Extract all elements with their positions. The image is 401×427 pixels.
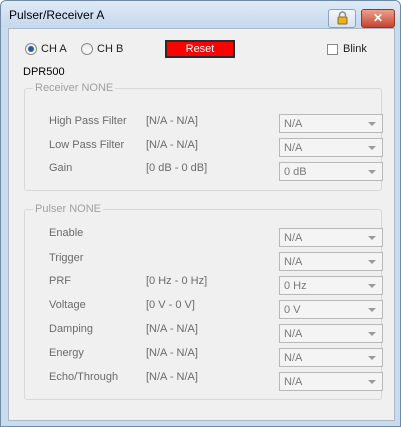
receiver-group: Receiver NONE High Pass Filter [N/A - N/… xyxy=(24,82,383,191)
gain-range: [0 dB - 0 dB] xyxy=(146,162,208,174)
enable-select[interactable]: N/A xyxy=(279,228,383,247)
trigger-select[interactable]: N/A xyxy=(279,252,383,271)
close-button[interactable]: ✕ xyxy=(361,9,395,28)
chevron-down-icon xyxy=(368,260,376,264)
high-pass-filter-value: N/A xyxy=(284,118,303,130)
lock-icon xyxy=(337,11,348,25)
ch-b-radio[interactable] xyxy=(81,43,93,55)
damping-label: Damping xyxy=(49,323,94,335)
chevron-down-icon xyxy=(368,308,376,312)
prf-range: [0 Hz - 0 Hz] xyxy=(146,275,208,287)
chevron-down-icon xyxy=(368,122,376,126)
chevron-down-icon xyxy=(368,236,376,240)
voltage-value: 0 V xyxy=(284,304,301,316)
voltage-range: [0 V - 0 V] xyxy=(146,299,195,311)
echo-through-value: N/A xyxy=(284,376,303,388)
receiver-group-title: Receiver NONE xyxy=(33,82,116,94)
chevron-down-icon xyxy=(368,380,376,384)
chevron-down-icon xyxy=(368,170,376,174)
gain-label: Gain xyxy=(49,162,73,174)
lock-button[interactable] xyxy=(328,9,356,28)
pulser-group-title: Pulser NONE xyxy=(33,203,104,215)
low-pass-filter-label: Low Pass Filter xyxy=(49,139,125,151)
ch-b-label[interactable]: CH B xyxy=(97,43,123,55)
energy-value: N/A xyxy=(284,352,303,364)
damping-value: N/A xyxy=(284,328,303,340)
low-pass-filter-value: N/A xyxy=(284,142,303,154)
title-bar[interactable]: Pulser/Receiver A ✕ xyxy=(1,1,400,28)
low-pass-filter-range: [N/A - N/A] xyxy=(146,139,198,151)
gain-value: 0 dB xyxy=(284,166,307,178)
trigger-value: N/A xyxy=(284,256,303,268)
high-pass-filter-range: [N/A - N/A] xyxy=(146,115,198,127)
prf-value: 0 Hz xyxy=(284,280,307,292)
device-label: DPR500 xyxy=(23,66,65,78)
client-area: CH A CH B Reset Blink DPR500 Receiver NO… xyxy=(8,28,395,421)
prf-select[interactable]: 0 Hz xyxy=(279,276,383,295)
low-pass-filter-select[interactable]: N/A xyxy=(279,138,383,157)
blink-label[interactable]: Blink xyxy=(343,43,367,55)
trigger-label: Trigger xyxy=(49,252,84,264)
voltage-label: Voltage xyxy=(49,299,86,311)
ch-a-radio[interactable] xyxy=(25,43,37,55)
pulser-group: Pulser NONE Enable N/A Trigger N/A PRF [… xyxy=(24,203,383,400)
damping-select[interactable]: N/A xyxy=(279,324,383,343)
enable-value: N/A xyxy=(284,232,303,244)
reset-button[interactable]: Reset xyxy=(165,40,235,58)
echo-through-label: Echo/Through xyxy=(49,371,119,383)
ch-a-label[interactable]: CH A xyxy=(41,43,67,55)
echo-through-select[interactable]: N/A xyxy=(279,372,383,391)
voltage-select[interactable]: 0 V xyxy=(279,300,383,319)
enable-label: Enable xyxy=(49,227,84,239)
chevron-down-icon xyxy=(368,146,376,150)
damping-range: [N/A - N/A] xyxy=(146,323,198,335)
blink-checkbox[interactable] xyxy=(327,44,338,55)
high-pass-filter-label: High Pass Filter xyxy=(49,115,127,127)
pulser-receiver-window: Pulser/Receiver A ✕ CH A CH B Reset Blin… xyxy=(0,0,401,427)
close-icon: ✕ xyxy=(372,11,384,25)
echo-through-range: [N/A - N/A] xyxy=(146,371,198,383)
chevron-down-icon xyxy=(368,284,376,288)
chevron-down-icon xyxy=(368,332,376,336)
window-title: Pulser/Receiver A xyxy=(9,8,105,22)
prf-label: PRF xyxy=(49,275,71,287)
energy-label: Energy xyxy=(49,347,84,359)
gain-select[interactable]: 0 dB xyxy=(279,162,383,181)
energy-select[interactable]: N/A xyxy=(279,348,383,367)
high-pass-filter-select[interactable]: N/A xyxy=(279,114,383,133)
chevron-down-icon xyxy=(368,356,376,360)
energy-range: [N/A - N/A] xyxy=(146,347,198,359)
